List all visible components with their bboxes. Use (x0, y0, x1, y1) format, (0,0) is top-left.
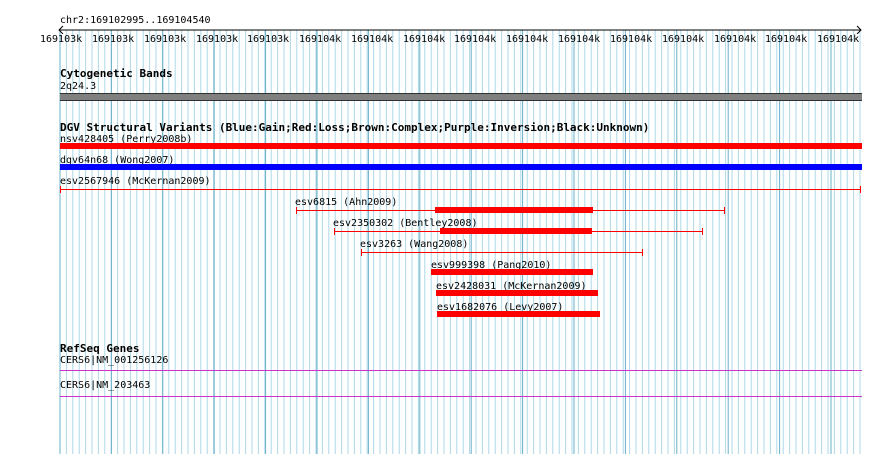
ruler-tick-label: 169104k (714, 34, 757, 45)
ruler-tick-label: 169104k (351, 34, 394, 45)
variant-end-cap (334, 228, 335, 235)
dgv-track-title: DGV Structural Variants (Blue:Gain;Red:L… (60, 121, 650, 134)
ruler-tick-label: 169103k (247, 34, 290, 45)
ruler-tick-label: 169104k (506, 34, 549, 45)
variant-end-cap (60, 186, 61, 193)
variant-feature-bar[interactable] (437, 311, 600, 317)
ruler-tick-label: 169103k (144, 34, 187, 45)
refseq-gene-line[interactable] (60, 370, 862, 371)
refseq-gene-label[interactable]: CERS6|NM_203463 (60, 380, 150, 392)
cytoband-bar[interactable] (60, 93, 862, 101)
variant-feature-bar[interactable] (60, 164, 862, 170)
cytoband-label: 2q24.3 (60, 81, 97, 92)
variant-span-line[interactable] (361, 252, 642, 253)
variant-feature-bar[interactable] (436, 290, 598, 296)
ruler-tick-label: 169103k (92, 34, 135, 45)
ruler-tick-label: 169104k (454, 34, 497, 45)
variant-feature-bar[interactable] (60, 143, 862, 149)
variant-end-cap (642, 249, 643, 256)
ruler-tick-label: 169104k (765, 34, 808, 45)
ruler-tick-label: 169104k (299, 34, 342, 45)
ruler-tick-label: 169104k (817, 34, 860, 45)
genome-browser-panel: chr2:169102995..169104540 169103k 169103k… (0, 0, 890, 454)
variant-end-cap (361, 249, 362, 256)
variant-feature-bar[interactable] (431, 269, 593, 275)
refseq-gene-label[interactable]: CERS6|NM_001256126 (60, 355, 168, 367)
variant-end-cap (296, 207, 297, 214)
ruler-tick-label: 169104k (403, 34, 446, 45)
ruler-axis (58, 25, 862, 34)
cytoband-track-title: Cytogenetic Bands (60, 67, 173, 80)
variant-feature-bar[interactable] (440, 228, 592, 234)
ruler-tick-label: 169104k (558, 34, 601, 45)
variant-label[interactable]: esv3263 (Wang2008) (360, 239, 468, 251)
variant-end-cap (702, 228, 703, 235)
ruler-tick-label: 169103k (196, 34, 239, 45)
variant-end-cap (860, 186, 861, 193)
variant-label[interactable]: esv6815 (Ahn2009) (295, 197, 397, 209)
variant-label[interactable]: esv2567946 (McKernan2009) (60, 176, 211, 188)
variant-span-line[interactable] (60, 189, 860, 190)
refseq-track-title: RefSeq Genes (60, 342, 140, 355)
ruler-tick-label: 169103k (40, 34, 83, 45)
variant-feature-bar[interactable] (435, 207, 593, 213)
ruler-tick-label: 169104k (662, 34, 705, 45)
refseq-gene-line[interactable] (60, 396, 862, 397)
variant-end-cap (724, 207, 725, 214)
ruler-tick-label: 169104k (610, 34, 653, 45)
